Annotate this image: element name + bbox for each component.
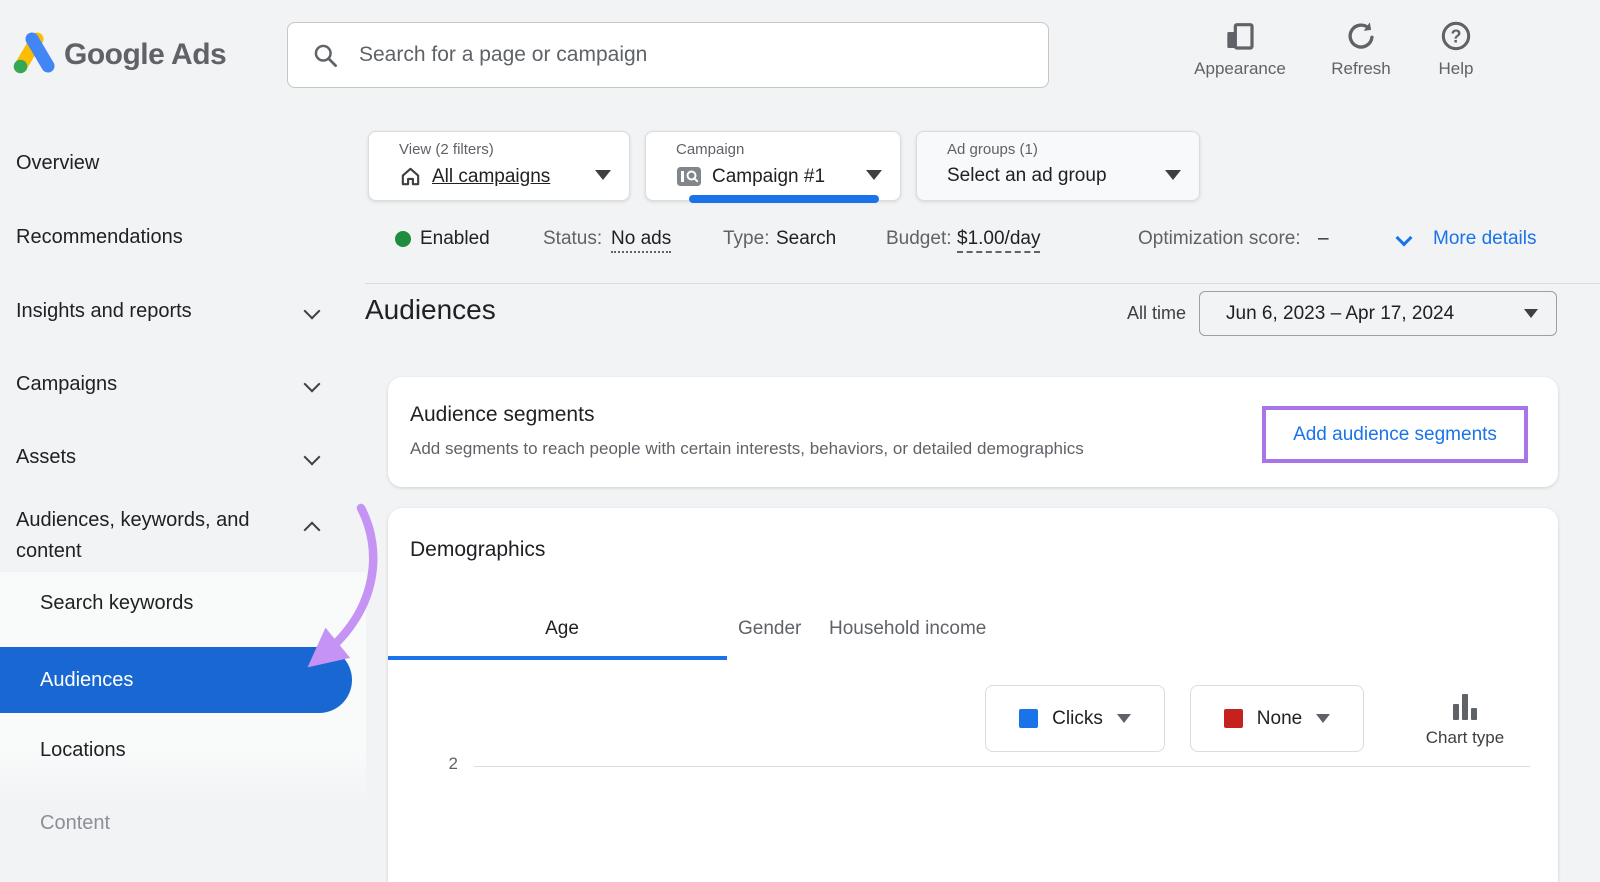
- google-ads-logo-icon: [10, 30, 58, 76]
- status-label: Status:: [543, 228, 603, 249]
- sidebar-item-campaigns[interactable]: Campaigns: [16, 373, 117, 396]
- ad-group-filter-label: Ad groups (1): [947, 141, 1038, 158]
- dropdown-arrow-icon: [595, 170, 611, 180]
- sidebar-item-locations[interactable]: Locations: [40, 739, 126, 762]
- optimization-score-value: –: [1318, 228, 1329, 249]
- audience-segments-card: Audience segments Add segments to reach …: [388, 377, 1558, 487]
- help-label: Help: [1438, 59, 1474, 78]
- sidebar-item-recommendations[interactable]: Recommendations: [16, 226, 183, 249]
- chevron-down-icon[interactable]: [303, 302, 321, 320]
- tab-gender[interactable]: Gender: [738, 618, 801, 640]
- sidebar-item-insights-and-reports[interactable]: Insights and reports: [16, 300, 192, 323]
- refresh-button[interactable]: Refresh: [1323, 20, 1399, 79]
- dropdown-arrow-icon: [1165, 170, 1181, 180]
- global-search-bar[interactable]: [287, 22, 1049, 88]
- appearance-button[interactable]: Appearance: [1183, 20, 1297, 79]
- search-input[interactable]: [359, 43, 1024, 67]
- help-button[interactable]: ? Help: [1424, 20, 1488, 79]
- active-tab-underline: [388, 656, 727, 660]
- dropdown-arrow-icon: [866, 170, 882, 180]
- tab-age[interactable]: Age: [518, 618, 606, 640]
- chart-type-label: Chart type: [1425, 728, 1505, 747]
- chart-type-button[interactable]: Chart type: [1410, 694, 1520, 748]
- home-icon: [399, 165, 422, 188]
- sidebar-item-assets[interactable]: Assets: [16, 446, 76, 469]
- date-range-selector[interactable]: Jun 6, 2023 – Apr 17, 2024: [1199, 291, 1557, 336]
- brand-title: Google Ads: [64, 38, 227, 71]
- type-label: Type:: [723, 228, 770, 249]
- demographics-card: Demographics Age Gender Household income…: [388, 508, 1558, 882]
- svg-text:?: ?: [1451, 26, 1462, 46]
- enabled-status-dot: [395, 231, 411, 247]
- refresh-label: Refresh: [1331, 59, 1391, 78]
- audience-segments-title: Audience segments: [410, 403, 595, 426]
- campaign-filter-dropdown[interactable]: Campaign Campaign #1: [645, 131, 901, 203]
- view-filter-value: All campaigns: [432, 165, 551, 187]
- optimization-score-label: Optimization score:: [1138, 228, 1301, 249]
- budget-value-link[interactable]: $1.00/day: [957, 228, 1041, 253]
- sidebar-item-audiences-active[interactable]: Audiences: [0, 647, 352, 713]
- campaign-icon: [676, 165, 702, 188]
- sidebar-item-content[interactable]: Content: [40, 812, 110, 835]
- dropdown-arrow-icon: [1316, 714, 1331, 723]
- search-icon: [312, 42, 339, 69]
- appearance-icon: [1224, 20, 1256, 52]
- date-preset-label: All time: [1126, 303, 1186, 323]
- primary-metric-value: Clicks: [1052, 707, 1103, 729]
- view-filter-dropdown[interactable]: View (2 filters) All campaigns: [368, 131, 630, 201]
- sidebar-item-search-keywords[interactable]: Search keywords: [40, 592, 193, 615]
- header-divider: [365, 283, 1600, 284]
- primary-metric-dropdown[interactable]: Clicks: [985, 685, 1165, 752]
- budget-label: Budget:: [886, 228, 952, 249]
- type-value: Search: [776, 228, 837, 249]
- more-details-chevron-icon[interactable]: [1395, 229, 1413, 247]
- chevron-down-icon[interactable]: [303, 448, 321, 466]
- chevron-down-icon[interactable]: [303, 375, 321, 393]
- add-audience-segments-button[interactable]: Add audience segments: [1293, 424, 1497, 446]
- tab-household-income[interactable]: Household income: [829, 618, 986, 640]
- view-filter-label: View (2 filters): [399, 141, 494, 158]
- secondary-metric-value: None: [1256, 707, 1303, 729]
- clicks-metric-swatch: [1019, 709, 1039, 728]
- refresh-icon: [1345, 20, 1377, 52]
- none-metric-swatch: [1223, 709, 1243, 728]
- chart-gridline: [474, 766, 1530, 767]
- sidebar-item-label: Audiences: [40, 668, 134, 691]
- date-range-value: Jun 6, 2023 – Apr 17, 2024: [1226, 302, 1455, 324]
- chart-type-icon: [1453, 694, 1477, 720]
- status-value-link[interactable]: No ads: [611, 228, 672, 253]
- y-axis-tick-label: 2: [448, 754, 458, 773]
- more-details-button[interactable]: More details: [1433, 228, 1537, 250]
- dropdown-arrow-icon: [1524, 309, 1538, 318]
- audience-segments-description: Add segments to reach people with certai…: [410, 439, 1084, 458]
- help-icon: ?: [1440, 20, 1472, 52]
- chevron-up-icon[interactable]: [303, 521, 321, 539]
- campaign-filter-label: Campaign: [676, 141, 745, 158]
- appearance-label: Appearance: [1194, 59, 1286, 78]
- secondary-metric-dropdown[interactable]: None: [1190, 685, 1364, 752]
- google-ads-app: Google Ads Appearance Refresh ?: [0, 0, 1600, 882]
- enabled-status-text: Enabled: [420, 228, 490, 249]
- campaign-filter-value: Campaign #1: [712, 165, 826, 187]
- campaign-selected-indicator: [689, 195, 879, 203]
- dropdown-arrow-icon: [1116, 714, 1131, 723]
- ad-group-filter-value: Select an ad group: [947, 165, 1107, 186]
- annotation-highlight-box: Add audience segments: [1262, 406, 1528, 463]
- sidebar-item-overview[interactable]: Overview: [16, 152, 99, 175]
- sidebar-item-audiences-keywords-content[interactable]: Audiences, keywords, and content: [16, 505, 296, 567]
- page-title: Audiences: [365, 294, 496, 325]
- ad-group-filter-dropdown[interactable]: Ad groups (1) Select an ad group: [916, 131, 1200, 201]
- demographics-title: Demographics: [410, 538, 546, 561]
